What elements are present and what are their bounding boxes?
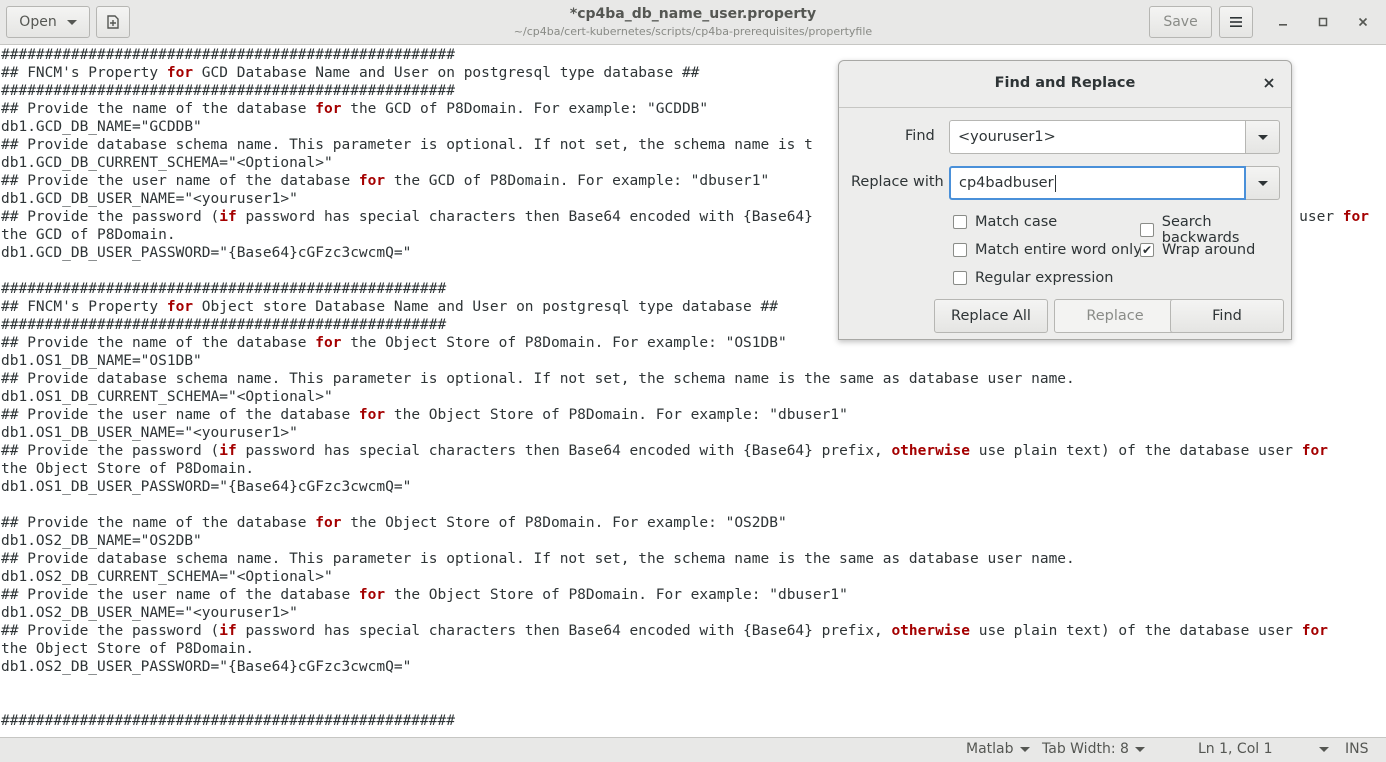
match-entire-word-label: Match entire word only (975, 242, 1142, 258)
window-subtitle: ~/cp4ba/cert-kubernetes/scripts/cp4ba-pr… (513, 25, 873, 38)
checkbox-box[interactable] (953, 243, 967, 257)
code-line: ########################################… (1, 281, 447, 297)
replace-input-value: cp4badbuser (959, 175, 1054, 191)
code-line: db1.OS2_DB_CURRENT_SCHEMA="<Optional>" (1, 569, 333, 585)
cursor-position-selector[interactable]: Ln 1, Col 1 (1198, 741, 1329, 757)
checkbox-box[interactable] (953, 271, 967, 285)
dialog-title: Find and Replace (994, 75, 1136, 91)
dialog-header: Find and Replace (839, 61, 1291, 108)
code-line: ########################################… (1, 83, 455, 99)
cursor-position: Ln 1, Col 1 (1198, 741, 1273, 757)
checkmark-icon: ✔ (1141, 243, 1153, 257)
code-line: ## Provide database schema name. This pa… (1, 371, 1075, 387)
code-line: ########################################… (1, 47, 455, 63)
code-line: db1.OS2_DB_NAME="OS2DB" (1, 533, 202, 549)
chevron-down-icon (66, 19, 77, 25)
match-case-checkbox[interactable]: Match case (953, 214, 1057, 230)
code-line-overflow: user for (1299, 209, 1369, 225)
close-icon (1358, 17, 1368, 27)
code-line: ########################################… (1, 713, 455, 729)
code-line: ## Provide the password (if password has… (1, 209, 813, 225)
find-replace-dialog: Find and Replace Find <youruser1> Replac… (838, 60, 1292, 340)
checkbox-box[interactable]: ✔ (1140, 243, 1154, 257)
code-line: ## Provide the password (if password has… (1, 623, 1328, 639)
regular-expression-checkbox[interactable]: Regular expression (953, 270, 1113, 286)
code-line: ## FNCM's Property for Object store Data… (1, 299, 778, 315)
new-document-button[interactable] (96, 6, 130, 38)
save-button[interactable]: Save (1149, 6, 1212, 38)
code-line: ########################################… (1, 317, 447, 333)
tab-width-selector[interactable]: Tab Width: 8 (1042, 741, 1145, 757)
close-window-button[interactable] (1349, 8, 1377, 36)
insert-mode: INS (1345, 741, 1369, 757)
checkbox-box[interactable] (953, 215, 967, 229)
tab-width-label: Tab Width: 8 (1042, 741, 1129, 757)
code-line: ## Provide the user name of the database… (1, 587, 848, 603)
chevron-down-icon (1134, 746, 1145, 752)
code-line: db1.GCD_DB_CURRENT_SCHEMA="<Optional>" (1, 155, 333, 171)
code-line: ## Provide the user name of the database… (1, 173, 770, 189)
code-line: ## Provide the name of the database for … (1, 335, 787, 351)
chevron-down-icon (1019, 746, 1030, 752)
find-input-value: <youruser1> (958, 129, 1056, 145)
minimize-icon (1279, 24, 1287, 26)
new-document-icon (107, 15, 119, 29)
find-history-dropdown[interactable] (1246, 120, 1280, 154)
code-line: ## Provide the password (if password has… (1, 443, 1328, 459)
code-line: the Object Store of P8Domain. (1, 641, 255, 657)
checkbox-box[interactable] (1140, 223, 1154, 237)
replace-history-dropdown[interactable] (1246, 166, 1280, 200)
chevron-down-icon (1257, 180, 1268, 186)
code-line: db1.OS1_DB_USER_PASSWORD="{Base64}cGFzc3… (1, 479, 412, 495)
chevron-down-icon (1318, 746, 1329, 752)
hamburger-menu-icon (1230, 17, 1242, 27)
match-entire-word-checkbox[interactable]: Match entire word only (953, 242, 1142, 258)
language-selector[interactable]: Matlab (966, 741, 1030, 757)
wrap-around-checkbox[interactable]: ✔ Wrap around (1140, 242, 1255, 258)
code-line: db1.OS2_DB_USER_PASSWORD="{Base64}cGFzc3… (1, 659, 412, 675)
code-line: ## Provide database schema name. This pa… (1, 551, 1075, 567)
code-line: db1.OS1_DB_USER_NAME="<youruser1>" (1, 425, 298, 441)
open-button[interactable]: Open (6, 6, 90, 38)
code-line: the GCD of P8Domain. (1, 227, 176, 243)
chevron-down-icon (1257, 134, 1268, 140)
minimize-button[interactable] (1269, 8, 1297, 36)
code-line: db1.OS1_DB_CURRENT_SCHEMA="<Optional>" (1, 389, 333, 405)
window-title-area: *cp4ba_db_name_user.property ~/cp4ba/cer… (430, 6, 956, 38)
replace-label: Replace with (851, 174, 944, 190)
code-line: db1.GCD_DB_USER_NAME="<youruser1>" (1, 191, 298, 207)
code-line: ## Provide the name of the database for … (1, 101, 709, 117)
replace-input[interactable]: cp4badbuser (949, 166, 1246, 200)
code-line: db1.GCD_DB_USER_PASSWORD="{Base64}cGFzc3… (1, 245, 412, 261)
dialog-close-button[interactable] (1257, 71, 1281, 95)
wrap-around-label: Wrap around (1162, 242, 1256, 258)
maximize-icon (1318, 17, 1328, 27)
code-line: db1.GCD_DB_NAME="GCDDB" (1, 119, 202, 135)
status-bar: Matlab Tab Width: 8 Ln 1, Col 1 INS (0, 737, 1386, 762)
open-button-label: Open (19, 14, 57, 30)
window-title: *cp4ba_db_name_user.property (569, 6, 817, 22)
code-line: ## Provide the name of the database for … (1, 515, 787, 531)
code-line: ## FNCM's Property for GCD Database Name… (1, 65, 700, 81)
replace-button[interactable]: Replace (1054, 299, 1176, 333)
code-line: ## Provide database schema name. This pa… (1, 137, 813, 153)
match-case-label: Match case (975, 214, 1058, 230)
code-line: ## Provide the user name of the database… (1, 407, 848, 423)
maximize-button[interactable] (1309, 8, 1337, 36)
regular-expression-label: Regular expression (975, 270, 1114, 286)
replace-all-button[interactable]: Replace All (934, 299, 1048, 333)
code-line: db1.OS2_DB_USER_NAME="<youruser1>" (1, 605, 298, 621)
header-bar: Open *cp4ba_db_name_user.property ~/cp4b… (0, 0, 1386, 45)
close-icon (1264, 78, 1274, 88)
menu-button[interactable] (1219, 6, 1253, 38)
text-cursor (1054, 174, 1056, 192)
find-input[interactable]: <youruser1> (949, 120, 1246, 154)
language-label: Matlab (966, 741, 1014, 757)
code-line: db1.OS1_DB_NAME="OS1DB" (1, 353, 202, 369)
find-label: Find (905, 128, 935, 144)
code-line: the Object Store of P8Domain. (1, 461, 255, 477)
find-button[interactable]: Find (1170, 299, 1284, 333)
